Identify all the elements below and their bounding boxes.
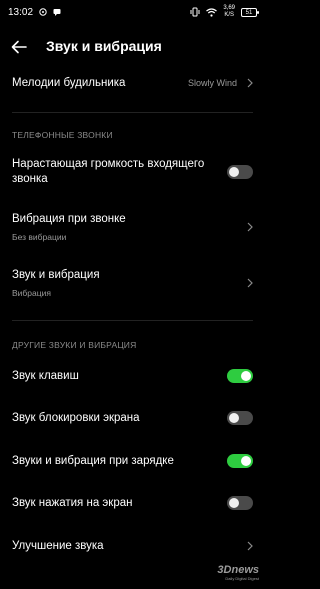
speed-unit: K/S (224, 12, 234, 18)
rising-volume-toggle[interactable] (227, 165, 253, 179)
messenger-icon (53, 9, 61, 16)
sound-enhancement-item[interactable]: Улучшение звука (0, 536, 265, 556)
sound-vibration-label: Звук и вибрация (12, 269, 100, 281)
alarm-ringtones-value: Slowly Wind (187, 78, 237, 88)
touch-sound-label: Звук нажатия на экран (12, 496, 133, 509)
toggle-knob (241, 371, 251, 381)
vibrate-mode-icon (190, 7, 200, 17)
vibration-on-ring-item[interactable]: Вибрация при звонке Без вибрации (0, 210, 265, 244)
back-arrow-icon[interactable] (10, 38, 28, 56)
chevron-right-icon (247, 78, 253, 88)
alarm-ringtones-right: Slowly Wind (188, 78, 253, 88)
touch-sound-toggle[interactable] (227, 496, 253, 510)
chevron-right-icon (247, 222, 253, 232)
toggle-knob (241, 456, 251, 466)
watermark-main: 3Dnews (217, 564, 259, 576)
toggle-knob (229, 167, 239, 177)
divider (12, 112, 253, 113)
wifi-icon (206, 7, 218, 17)
chevron-right-icon (247, 278, 253, 288)
key-sound-item[interactable]: Звук клавиш (0, 366, 265, 386)
network-speed: 3,69 K/S (223, 5, 235, 19)
alarm-ringtones-item[interactable]: Мелодии будильника Slowly Wind (0, 72, 265, 94)
key-sound-toggle[interactable] (227, 369, 253, 383)
status-right: 3,69 K/S 51 (190, 5, 259, 19)
touch-sound-item[interactable]: Звук нажатия на экран (0, 493, 265, 513)
key-sound-label: Звук клавиш (12, 369, 79, 382)
speed-value: 3,69 (223, 5, 235, 11)
lock-sound-label: Звук блокировки экрана (12, 411, 140, 424)
sound-vibration-item[interactable]: Звук и вибрация Вибрация (0, 266, 265, 300)
rising-volume-label-line1: Нарастающая громкость входящего (12, 158, 205, 170)
rising-volume-label-line2: звонка (12, 173, 48, 185)
battery-icon: 51 (241, 7, 259, 17)
rising-volume-text: Нарастающая громкость входящего звонка (12, 157, 204, 187)
charging-sound-item[interactable]: Звуки и вибрация при зарядке (0, 451, 265, 471)
chevron-right-icon (247, 541, 253, 551)
page-header: Звук и вибрация (0, 32, 265, 62)
toggle-knob (229, 498, 239, 508)
watermark-logo: 3Dnews Daily Digital Digest (217, 564, 259, 581)
sound-enhancement-label: Улучшение звука (12, 539, 104, 552)
status-bar: 13:02 3,69 K/S 51 (0, 0, 265, 24)
notification-icon (39, 8, 47, 16)
rising-volume-item[interactable]: Нарастающая громкость входящего звонка (0, 156, 265, 188)
section-header-other: ДРУГИЕ ЗВУКИ И ВИБРАЦИЯ (12, 340, 137, 350)
alarm-ringtones-label: Мелодии будильника (12, 76, 126, 89)
sound-vibration-text: Звук и вибрация Вибрация (12, 268, 100, 298)
status-time: 13:02 (8, 6, 34, 18)
vibration-on-ring-value: Без вибрации (12, 232, 67, 242)
charging-sound-label: Звуки и вибрация при зарядке (12, 454, 174, 467)
divider (12, 320, 253, 321)
vibration-on-ring-text: Вибрация при звонке Без вибрации (12, 212, 126, 242)
page-title: Звук и вибрация (46, 38, 162, 54)
sound-vibration-value: Вибрация (12, 288, 51, 298)
battery-level: 51 (245, 9, 253, 16)
lock-sound-toggle[interactable] (227, 411, 253, 425)
status-left: 13:02 (8, 7, 61, 18)
vibration-on-ring-label: Вибрация при звонке (12, 213, 126, 225)
section-header-calls: ТЕЛЕФОННЫЕ ЗВОНКИ (12, 130, 113, 140)
toggle-knob (229, 413, 239, 423)
charging-sound-toggle[interactable] (227, 454, 253, 468)
lock-sound-item[interactable]: Звук блокировки экрана (0, 408, 265, 428)
watermark-sub: Daily Digital Digest (225, 576, 259, 581)
